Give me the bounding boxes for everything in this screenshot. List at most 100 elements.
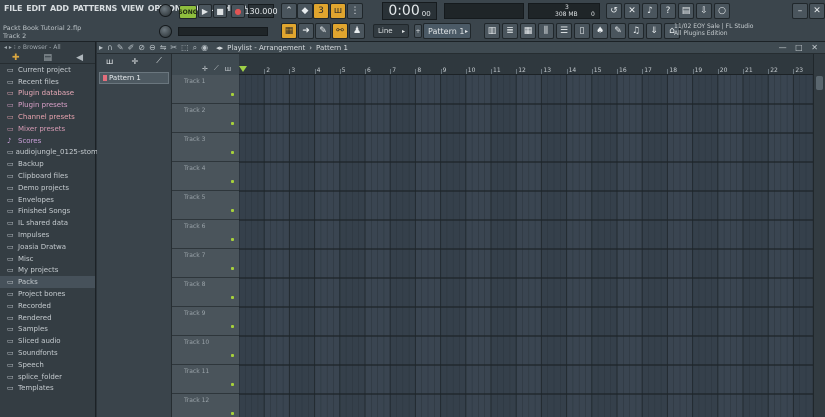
- browser-item[interactable]: ▭ Demo projects: [0, 182, 95, 194]
- track-header[interactable]: Track 1: [172, 75, 239, 104]
- close-icon[interactable]: ✕: [809, 3, 825, 19]
- countdown-icon[interactable]: 3: [313, 3, 329, 19]
- browser-item[interactable]: ▭ Mixer presets: [0, 123, 95, 135]
- plugin-picker-icon[interactable]: ♠: [592, 23, 608, 39]
- scrollbar-thumb[interactable]: [816, 76, 823, 90]
- blend-notes-icon[interactable]: ⋮: [347, 3, 363, 19]
- browser-item[interactable]: ▭ Templates: [0, 383, 95, 395]
- mute-tool-icon[interactable]: ⊖: [149, 43, 156, 52]
- timeline-ruler[interactable]: 2345678910111213141516171819202122232425…: [239, 54, 825, 75]
- track-header[interactable]: Track 3: [172, 133, 239, 162]
- typing-keyboard-icon[interactable]: ▦: [281, 23, 297, 39]
- tools-icon[interactable]: ✕: [624, 3, 640, 19]
- download-icon[interactable]: ⇓: [646, 23, 662, 39]
- track-mute-led[interactable]: [231, 354, 234, 357]
- project-icon[interactable]: ▯: [574, 23, 590, 39]
- track-mute-led[interactable]: [231, 122, 234, 125]
- track-stamp-icon[interactable]: ш: [225, 65, 231, 73]
- stamp-icon[interactable]: ♟: [349, 23, 365, 39]
- browser-item[interactable]: ▭ Packs: [0, 276, 95, 289]
- save-icon[interactable]: ▤: [678, 3, 694, 19]
- pattern-song-toggle[interactable]: SONG: [178, 5, 198, 19]
- menu-view[interactable]: VIEW: [119, 4, 146, 13]
- track-mute-led[interactable]: [231, 209, 234, 212]
- browser-arrows-icon[interactable]: ◂ ▸ ⁝ ⌕: [4, 44, 23, 51]
- track-pencil-icon[interactable]: ⟋: [214, 64, 219, 73]
- metronome-icon[interactable]: ⌃: [281, 3, 297, 19]
- magnet-icon[interactable]: ∩: [107, 43, 113, 52]
- vertical-scrollbar[interactable]: [813, 54, 825, 417]
- track-mute-led[interactable]: [231, 180, 234, 183]
- browser-item[interactable]: ▭ Joasia Dratwa: [0, 241, 95, 253]
- track-header[interactable]: Track 4: [172, 162, 239, 191]
- browser-item[interactable]: ▭ Recorded: [0, 300, 95, 312]
- tempo-display[interactable]: 130.000: [244, 4, 278, 18]
- export-icon[interactable]: ⇩: [696, 3, 712, 19]
- browser-item[interactable]: ▭ Project bones: [0, 288, 95, 300]
- browser-item[interactable]: ▭ Plugin database: [0, 88, 95, 100]
- browser-item[interactable]: ▭ Speech: [0, 359, 95, 371]
- track-header[interactable]: Track 6: [172, 220, 239, 249]
- browser-item[interactable]: ▭ Envelopes: [0, 194, 95, 206]
- browser-item[interactable]: ▭ Current project: [0, 64, 95, 76]
- menu-file[interactable]: FILE: [2, 4, 24, 13]
- arrangement-grid[interactable]: [239, 75, 813, 417]
- track-header[interactable]: Track 8: [172, 278, 239, 307]
- chat-icon[interactable]: ○: [714, 3, 730, 19]
- master-pitch-knob[interactable]: [159, 25, 172, 38]
- time-display[interactable]: 0:00 00: [382, 2, 437, 20]
- browser-item[interactable]: ▭ Sliced audio: [0, 335, 95, 347]
- minimize-icon[interactable]: –: [792, 3, 808, 19]
- track-add-icon[interactable]: ✛: [202, 65, 208, 73]
- playhead-marker[interactable]: [239, 66, 247, 72]
- track-header[interactable]: Track 7: [172, 249, 239, 278]
- browser-item[interactable]: ▭ Recent files: [0, 76, 95, 88]
- link-icon[interactable]: ⚯: [332, 23, 348, 39]
- mixer-window-icon[interactable]: ⫼: [538, 23, 554, 39]
- track-mute-led[interactable]: [231, 383, 234, 386]
- sound-check-icon[interactable]: ♫: [628, 23, 644, 39]
- slice-tool-icon[interactable]: ✂: [170, 43, 177, 52]
- picker-pencil-icon[interactable]: ⟋: [156, 56, 162, 66]
- track-header[interactable]: Track 10: [172, 336, 239, 365]
- play-button[interactable]: ▶: [198, 4, 212, 18]
- pattern-prev-button[interactable]: +: [414, 24, 422, 38]
- piano-roll-window-icon[interactable]: ≣: [502, 23, 518, 39]
- browser-item[interactable]: ▭ IL shared data: [0, 217, 95, 229]
- record-button[interactable]: ●: [231, 4, 245, 18]
- browser-item[interactable]: ▭ splice_folder: [0, 371, 95, 383]
- channel-rack-window-icon[interactable]: ▦: [520, 23, 536, 39]
- menu-add[interactable]: ADD: [48, 4, 71, 13]
- playback-tool-icon[interactable]: ◉: [201, 43, 208, 52]
- browser-item[interactable]: ♪ Scores: [0, 135, 95, 147]
- select-tool-icon[interactable]: ⬚: [181, 43, 189, 52]
- browser-item[interactable]: ▭ Plugin presets: [0, 99, 95, 111]
- pencil-icon[interactable]: ✎: [315, 23, 331, 39]
- picker-stamp-icon[interactable]: ш: [106, 57, 113, 66]
- arrow-icon[interactable]: ➜: [298, 23, 314, 39]
- track-mute-led[interactable]: [231, 412, 234, 415]
- browser-item[interactable]: ▭ Samples: [0, 324, 95, 336]
- track-mute-led[interactable]: [231, 93, 234, 96]
- pattern-chip[interactable]: Pattern 1: [99, 72, 169, 84]
- browser-item[interactable]: ▭ My projects: [0, 265, 95, 277]
- menu-edit[interactable]: EDIT: [24, 4, 48, 13]
- undo-icon[interactable]: ↺: [606, 3, 622, 19]
- pattern-selector[interactable]: Pattern 1 ▸: [423, 23, 471, 39]
- track-mute-led[interactable]: [231, 238, 234, 241]
- master-volume-knob[interactable]: [159, 4, 172, 17]
- browser-item[interactable]: ▭ Channel presets: [0, 111, 95, 123]
- browser-item[interactable]: ▭ Finished Songs: [0, 206, 95, 218]
- browser-item[interactable]: ▭ Impulses: [0, 229, 95, 241]
- track-mute-led[interactable]: [231, 151, 234, 154]
- track-mute-led[interactable]: [231, 325, 234, 328]
- track-header[interactable]: Track 11: [172, 365, 239, 394]
- wait-input-icon[interactable]: ◆: [297, 3, 313, 19]
- slip-tool-icon[interactable]: ⇋: [160, 43, 167, 52]
- browser-item[interactable]: ▭ audiojungle_0125-stomp: [0, 147, 102, 159]
- help-icon[interactable]: ?: [660, 3, 676, 19]
- paint-tool-icon[interactable]: ✐: [128, 43, 135, 52]
- stop-button[interactable]: ■: [213, 4, 227, 18]
- browser-item[interactable]: ▭ Backup: [0, 158, 95, 170]
- delete-tool-icon[interactable]: ⊘: [138, 43, 145, 52]
